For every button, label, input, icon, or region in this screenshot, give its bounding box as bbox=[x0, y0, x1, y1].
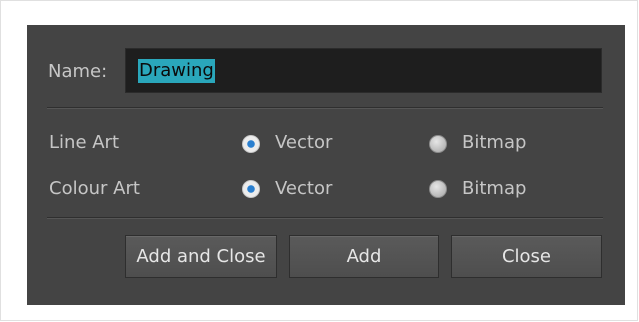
name-input-value: Drawing bbox=[138, 58, 215, 83]
add-button[interactable]: Add bbox=[289, 235, 439, 278]
new-drawing-dialog: Name: Drawing Line Art Vector Bitmap Col… bbox=[27, 25, 625, 305]
screenshot-frame: Name: Drawing Line Art Vector Bitmap Col… bbox=[0, 0, 638, 321]
close-button[interactable]: Close bbox=[451, 235, 602, 278]
colour-art-bitmap-label[interactable]: Bitmap bbox=[462, 178, 526, 200]
add-and-close-button[interactable]: Add and Close bbox=[125, 235, 277, 278]
line-art-label: Line Art bbox=[49, 132, 120, 153]
colour-art-vector-label[interactable]: Vector bbox=[275, 178, 332, 200]
line-art-vector-label[interactable]: Vector bbox=[275, 132, 332, 154]
line-art-bitmap-label[interactable]: Bitmap bbox=[462, 132, 526, 154]
line-art-vector-radio[interactable] bbox=[242, 135, 260, 153]
colour-art-label: Colour Art bbox=[49, 178, 140, 199]
name-input[interactable]: Drawing bbox=[125, 48, 602, 93]
name-label: Name: bbox=[48, 61, 108, 82]
separator-bottom bbox=[47, 217, 603, 219]
colour-art-vector-radio[interactable] bbox=[242, 180, 260, 198]
separator-top bbox=[47, 107, 603, 109]
line-art-bitmap-radio[interactable] bbox=[429, 135, 447, 153]
colour-art-bitmap-radio[interactable] bbox=[429, 180, 447, 198]
